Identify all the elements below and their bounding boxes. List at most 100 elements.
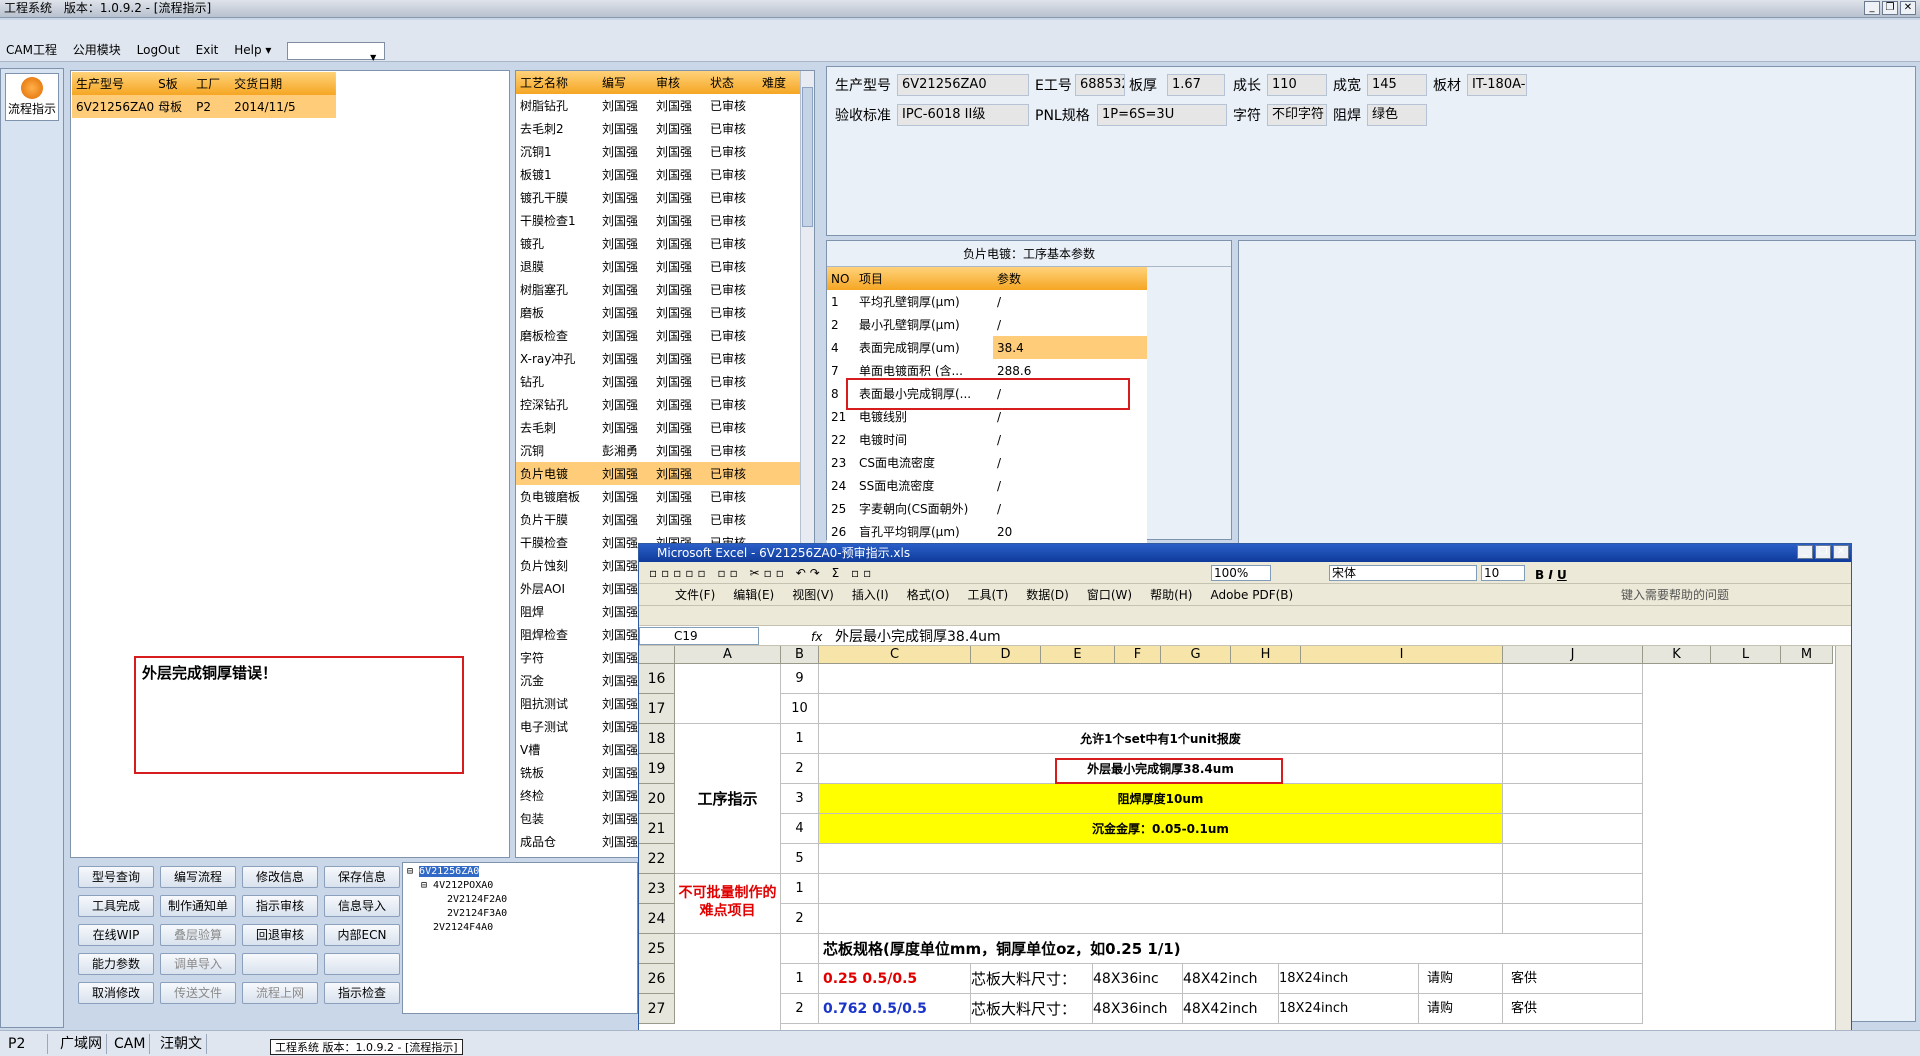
cell[interactable]: 1: [781, 964, 819, 994]
merged-cell[interactable]: [819, 904, 1503, 934]
action-button[interactable]: 传送文件: [160, 982, 236, 1004]
excel-close-button[interactable]: ✕: [1833, 545, 1849, 559]
action-button[interactable]: 叠层验算: [160, 924, 236, 946]
table-row[interactable]: 磨板检查 刘国强 刘国强 已审核: [516, 324, 800, 347]
action-button[interactable]: 型号查询: [78, 866, 154, 888]
column-header[interactable]: K: [1643, 646, 1711, 664]
cell[interactable]: 2: [781, 904, 819, 934]
row-header[interactable]: 22: [639, 844, 675, 874]
table-row[interactable]: 去毛刺2 刘国强 刘国强 已审核: [516, 117, 800, 140]
cell[interactable]: [675, 934, 781, 1036]
cell[interactable]: [1503, 874, 1643, 904]
merged-cell[interactable]: 工序指示: [675, 724, 781, 874]
excel-menu-item[interactable]: Adobe PDF(B): [1210, 588, 1293, 602]
close-button[interactable]: ✕: [1900, 1, 1916, 15]
cell[interactable]: 0.25 0.5/0.5: [819, 964, 971, 994]
tree-root[interactable]: ⊟ 6V21256ZA0: [407, 865, 633, 879]
action-button[interactable]: [324, 953, 400, 975]
action-button[interactable]: 修改信息: [242, 866, 318, 888]
checkbox-option[interactable]: 18X24inch: [1279, 964, 1419, 994]
action-button[interactable]: 调单导入: [160, 953, 236, 975]
table-row[interactable]: 负片干膜 刘国强 刘国强 已审核: [516, 508, 800, 531]
cell[interactable]: 10: [781, 694, 819, 724]
mask-field[interactable]: 绿色: [1367, 104, 1427, 126]
cell[interactable]: [1503, 784, 1643, 814]
action-button[interactable]: 在线WIP: [78, 924, 154, 946]
cell[interactable]: 芯板大料尺寸：: [971, 964, 1093, 994]
table-row[interactable]: 钻孔 刘国强 刘国强 已审核: [516, 370, 800, 393]
toolbar-icons[interactable]: ▫▫▫▫▫ ▫▫ ✂▫▫ ↶↷ Σ ▫▫: [649, 566, 875, 580]
zoom-select[interactable]: 100%: [1211, 565, 1271, 581]
checkbox-option[interactable]: 48X36inch: [1093, 994, 1183, 1024]
standard-field[interactable]: IPC-6018 II级: [897, 104, 1029, 126]
tree-node[interactable]: ⊟ 4V212POXA0: [407, 879, 633, 893]
cell[interactable]: 3: [781, 784, 819, 814]
row-header[interactable]: 17: [639, 694, 675, 724]
merged-cell[interactable]: 芯板规格(厚度单位mm，铜厚单位oz，如0.25 1/1): [819, 934, 1643, 964]
col-header[interactable]: 编写: [598, 71, 652, 94]
merged-cell[interactable]: 阻焊厚度10um: [819, 784, 1503, 814]
action-button[interactable]: 指示审核: [242, 895, 318, 917]
excel-menu-item[interactable]: 视图(V): [792, 588, 834, 602]
col-header[interactable]: 工艺名称: [516, 71, 598, 94]
table-row[interactable]: 去毛刺 刘国强 刘国强 已审核: [516, 416, 800, 439]
table-row[interactable]: 2 最小孔壁铜厚(μm) /: [827, 313, 1147, 336]
font-select[interactable]: 宋体: [1329, 565, 1477, 581]
tree-node[interactable]: 2V2124F4A0: [407, 921, 633, 935]
checkbox-option[interactable]: 请购: [1419, 994, 1503, 1024]
sheet-scrollbar[interactable]: [1835, 646, 1851, 1036]
excel-menu-item[interactable]: 帮助(H): [1150, 588, 1192, 602]
col-header[interactable]: 审核: [652, 71, 706, 94]
char-field[interactable]: 不印字符: [1267, 104, 1327, 126]
table-row[interactable]: 22 电镀时间 /: [827, 428, 1147, 451]
action-button[interactable]: 取消修改: [78, 982, 154, 1004]
table-row[interactable]: 23 CS面电流密度 /: [827, 451, 1147, 474]
cell[interactable]: 0.762 0.5/0.5: [819, 994, 971, 1024]
cell[interactable]: [1503, 754, 1643, 784]
eno-field[interactable]: 688532: [1075, 74, 1125, 96]
material-field[interactable]: IT-180A-: [1467, 74, 1527, 96]
cell[interactable]: [781, 934, 819, 964]
checkbox-option[interactable]: 18X24inch: [1279, 994, 1419, 1024]
action-button[interactable]: 内部ECN: [324, 924, 400, 946]
col-header[interactable]: 状态: [706, 71, 758, 94]
col-header[interactable]: 工厂: [192, 72, 230, 95]
spreadsheet-grid[interactable]: A B C D E F G H I J K L M 16 9 17 10 18 1 允许1个set中有1个unit报废…: [639, 646, 1851, 1036]
cell[interactable]: [1503, 664, 1643, 694]
width-field[interactable]: 145: [1367, 74, 1427, 96]
column-header[interactable]: H: [1231, 646, 1301, 664]
col-header[interactable]: S板: [154, 72, 192, 95]
cell[interactable]: [1503, 694, 1643, 724]
col-header[interactable]: 难度: [758, 71, 800, 94]
scroll-thumb[interactable]: [802, 87, 813, 227]
row-header[interactable]: 25: [639, 934, 675, 964]
cell[interactable]: 1: [781, 874, 819, 904]
excel-restore-button[interactable]: ❐: [1815, 545, 1831, 559]
column-header[interactable]: J: [1503, 646, 1643, 664]
excel-minimize-button[interactable]: _: [1797, 545, 1813, 559]
menu-exit[interactable]: Exit: [190, 38, 225, 62]
table-row[interactable]: 负电镀磨板 刘国强 刘国强 已审核: [516, 485, 800, 508]
taskbar-item[interactable]: 工程系统 版本：1.0.9.2 - [流程指示]: [270, 1039, 463, 1055]
excel-menu-item[interactable]: 数据(D): [1026, 588, 1069, 602]
excel-menu-item[interactable]: 文件(F): [675, 588, 715, 602]
action-button[interactable]: 保存信息: [324, 866, 400, 888]
font-size-select[interactable]: 10: [1481, 565, 1525, 581]
tree-node[interactable]: 2V2124F3A0: [407, 907, 633, 921]
row-header[interactable]: 21: [639, 814, 675, 844]
row-header[interactable]: 20: [639, 784, 675, 814]
excel-menu-item[interactable]: 工具(T): [968, 588, 1009, 602]
cell[interactable]: 4: [781, 814, 819, 844]
checkbox-option[interactable]: 客供: [1503, 964, 1643, 994]
col-header[interactable]: 项目: [855, 267, 993, 290]
checkbox-option[interactable]: 48X36inc: [1093, 964, 1183, 994]
row-header[interactable]: 27: [639, 994, 675, 1024]
cell[interactable]: 2: [781, 994, 819, 1024]
excel-menu-item[interactable]: 格式(O): [907, 588, 950, 602]
merged-cell[interactable]: [819, 664, 1503, 694]
action-button[interactable]: 制作通知单: [160, 895, 236, 917]
column-header[interactable]: D: [971, 646, 1041, 664]
action-button[interactable]: 流程上网: [242, 982, 318, 1004]
length-field[interactable]: 110: [1267, 74, 1327, 96]
table-row[interactable]: 退膜 刘国强 刘国强 已审核: [516, 255, 800, 278]
